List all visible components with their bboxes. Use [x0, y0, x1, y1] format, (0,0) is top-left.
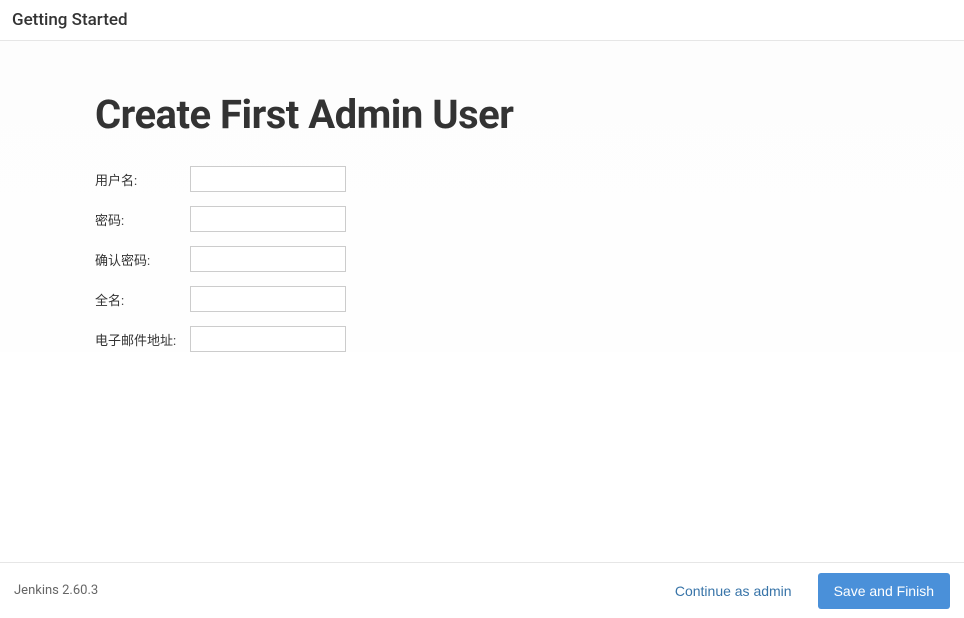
- confirm-password-input[interactable]: [190, 246, 346, 272]
- fullname-input[interactable]: [190, 286, 346, 312]
- footer: Jenkins 2.60.3 Continue as admin Save an…: [0, 562, 964, 618]
- main-content: Create First Admin User 用户名: 密码: 确认密码: 全…: [0, 41, 964, 352]
- username-input[interactable]: [190, 166, 346, 192]
- email-label: 电子邮件地址:: [95, 330, 190, 349]
- form-row-confirm-password: 确认密码:: [95, 246, 869, 272]
- username-label: 用户名:: [95, 170, 190, 189]
- form-row-password: 密码:: [95, 206, 869, 232]
- footer-actions: Continue as admin Save and Finish: [667, 573, 950, 609]
- email-input[interactable]: [190, 326, 346, 352]
- version-text: Jenkins 2.60.3: [14, 583, 98, 598]
- page-title: Create First Admin User: [95, 91, 869, 138]
- save-and-finish-button[interactable]: Save and Finish: [818, 573, 950, 609]
- confirm-password-label: 确认密码:: [95, 250, 190, 269]
- fullname-label: 全名:: [95, 290, 190, 309]
- form-row-fullname: 全名:: [95, 286, 869, 312]
- header: Getting Started: [0, 0, 964, 41]
- form-row-email: 电子邮件地址:: [95, 326, 869, 352]
- form-row-username: 用户名:: [95, 166, 869, 192]
- header-title: Getting Started: [12, 10, 952, 30]
- password-input[interactable]: [190, 206, 346, 232]
- password-label: 密码:: [95, 210, 190, 229]
- continue-as-admin-button[interactable]: Continue as admin: [667, 577, 800, 605]
